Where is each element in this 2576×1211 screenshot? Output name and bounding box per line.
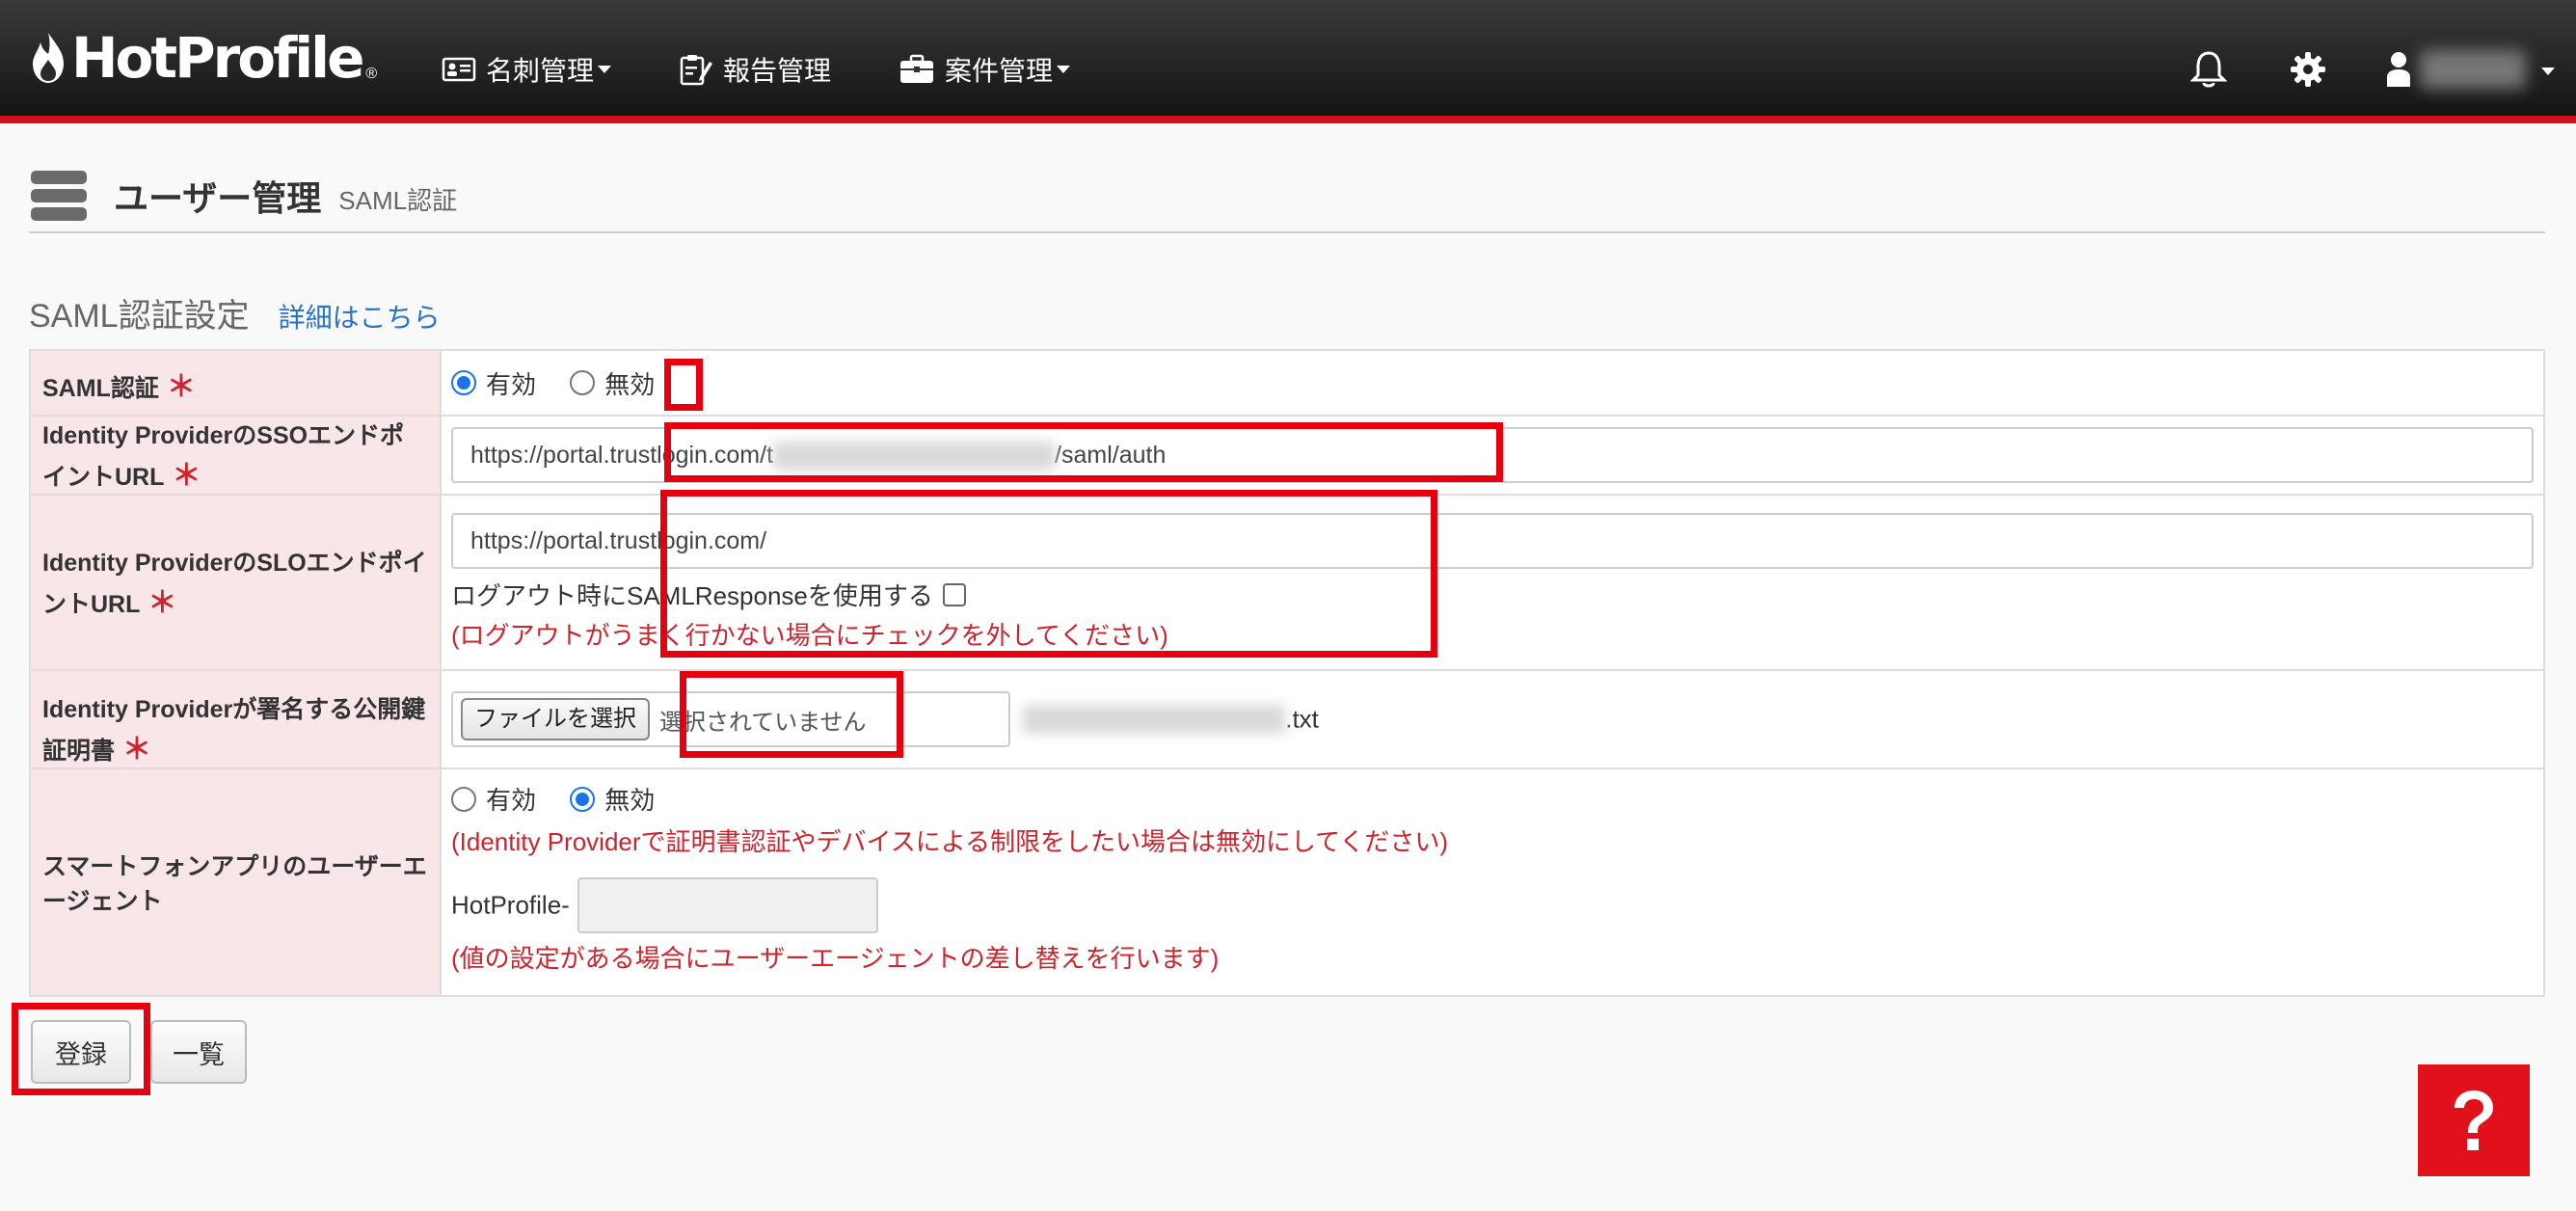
bell-icon[interactable] <box>2190 50 2227 89</box>
section-title: SAML認証設定 <box>29 298 250 335</box>
gear-icon[interactable] <box>2289 50 2327 89</box>
top-navbar: HotProfile ® 名刺管理 報告管理 案件管理 <box>0 0 2576 123</box>
report-icon <box>680 55 712 86</box>
sso-url-label: Identity ProviderのSSOエンドポイントURL <box>42 422 405 491</box>
row-sso-url: Identity ProviderのSSOエンドポイントURL ＊ https:/… <box>29 415 2545 496</box>
ua-disabled-label[interactable]: 無効 <box>604 786 655 815</box>
ua-radio-row: 有効 無効 <box>451 781 2534 817</box>
row-slo-url: Identity ProviderのSLOエンドポイントURL ＊ https:/… <box>29 494 2545 671</box>
register-button[interactable]: 登録 <box>31 1020 131 1084</box>
ua-value-input[interactable] <box>577 877 878 933</box>
row-user-agent: スマートフォンアプリのユーザーエージェント 有効 無効 (Identity Pr… <box>29 767 2545 997</box>
business-card-icon <box>442 57 476 82</box>
chevron-down-icon <box>598 66 612 73</box>
briefcase-icon <box>900 54 933 83</box>
slo-url-input[interactable]: https://portal.trustlogin.com/ <box>451 513 2534 569</box>
logo-text: HotProfile <box>71 25 364 91</box>
slo-label-cell: Identity ProviderのSLOエンドポイントURL ＊ <box>29 494 442 671</box>
ua-value-cell: 有効 無効 (Identity Providerで証明書認証やデバイスによる制限… <box>440 767 2545 997</box>
required-mark: ＊ <box>148 587 177 619</box>
saml-disabled-radio[interactable] <box>570 370 596 395</box>
saml-enabled-label[interactable]: 有効 <box>486 370 536 399</box>
choose-file-button[interactable]: ファイルを選択 <box>461 698 650 740</box>
required-mark: ＊ <box>122 734 152 766</box>
saml-enabled-radio[interactable] <box>451 370 476 395</box>
file-input[interactable]: ファイルを選択 選択されていません <box>451 691 1010 747</box>
user-icon[interactable] <box>2385 50 2412 89</box>
sso-label-cell: Identity ProviderのSSOエンドポイントURL ＊ <box>29 415 442 496</box>
ua-prefix: HotProfile- <box>451 890 570 920</box>
required-mark: ＊ <box>172 460 201 492</box>
user-name-redacted <box>2420 50 2526 89</box>
nav-houkoku-label: 報告管理 <box>723 56 832 86</box>
required-mark: ＊ <box>166 371 196 403</box>
nav-anken[interactable]: 案件管理 <box>899 42 1071 96</box>
sso-url-prefix: https://portal.trustlogin.com/t <box>470 442 774 469</box>
row-certificate: Identity Providerが署名する公開鍵証明書＊ ファイルを選択 選択… <box>29 669 2545 769</box>
samlresponse-checkbox[interactable] <box>942 582 966 606</box>
ua-label-cell: スマートフォンアプリのユーザーエージェント <box>29 767 442 997</box>
file-name-redacted <box>1023 705 1286 734</box>
slo-value-cell: https://portal.trustlogin.com/ ログアウト時にSA… <box>440 494 2545 671</box>
detail-link[interactable]: 詳細はこちら <box>279 297 441 336</box>
question-mark-icon <box>2455 1090 2493 1150</box>
hotprofile-logo[interactable]: HotProfile ® <box>29 25 378 91</box>
nav-meishi-label: 名刺管理 <box>486 56 595 86</box>
ua-enabled-radio[interactable] <box>451 786 476 812</box>
ua-input-row: HotProfile- <box>451 877 2534 933</box>
saml-value-cell: 有効 無効 <box>440 349 2545 417</box>
sso-url-suffix: /saml/auth <box>1055 442 1167 469</box>
logo-registered-mark: ® <box>365 66 378 82</box>
ua-note-2: (値の設定がある場合にユーザーエージェントの差し替えを行います) <box>451 944 1220 973</box>
database-stack-icon <box>31 171 87 221</box>
sso-url-input[interactable]: https://portal.trustlogin.com/t/saml/aut… <box>451 427 2534 483</box>
file-status: 選択されていません <box>659 709 867 736</box>
row-saml: SAML認証 ＊ 有効 無効 <box>29 349 2545 417</box>
chevron-down-icon[interactable] <box>2541 67 2555 75</box>
saml-settings-table: SAML認証 ＊ 有効 無効 Identity ProviderのSSOエンドポイ… <box>29 349 2545 997</box>
cert-label-cell: Identity Providerが署名する公開鍵証明書＊ <box>29 669 442 769</box>
page-subtitle: SAML認証 <box>338 185 458 215</box>
page-title: ユーザー管理 <box>114 178 322 218</box>
ua-note-1: (Identity Providerで証明書認証やデバイスによる制限をしたい場合… <box>451 827 1449 856</box>
slo-note: (ログアウトがうまく行かない場合にチェックを外してください) <box>451 621 1168 650</box>
nav-anken-label: 案件管理 <box>945 56 1054 86</box>
user-agent-label: スマートフォンアプリのユーザーエージェント <box>42 853 427 915</box>
ua-enabled-label[interactable]: 有効 <box>486 786 536 815</box>
cert-value-cell: ファイルを選択 選択されていません .txt <box>440 669 2545 769</box>
nav-meishi[interactable]: 名刺管理 <box>442 42 612 96</box>
list-button[interactable]: 一覧 <box>150 1020 247 1084</box>
section-header: SAML認証設定 詳細はこちら <box>29 289 441 336</box>
file-name-suffix: .txt <box>1285 704 1319 734</box>
flame-icon <box>33 33 64 83</box>
saml-label-cell: SAML認証 ＊ <box>29 349 442 417</box>
saml-disabled-label[interactable]: 無効 <box>604 370 655 399</box>
slo-url-label: Identity ProviderのSLOエンドポイントURL <box>42 550 427 618</box>
certificate-label: Identity Providerが署名する公開鍵証明書 <box>42 696 426 765</box>
slo-checkbox-label[interactable]: ログアウト時にSAMLResponseを使用する <box>451 581 933 610</box>
help-button[interactable] <box>2418 1064 2530 1176</box>
nav-houkoku[interactable]: 報告管理 <box>679 42 831 96</box>
slo-checkbox-row: ログアウト時にSAMLResponseを使用する <box>451 577 2534 612</box>
sso-url-redacted <box>773 442 1056 471</box>
sso-value-cell: https://portal.trustlogin.com/t/saml/aut… <box>440 415 2545 496</box>
chevron-down-icon <box>1057 66 1071 73</box>
saml-label: SAML認証 <box>42 375 159 402</box>
ua-disabled-radio[interactable] <box>570 786 596 812</box>
page-header: ユーザー管理 SAML認証 <box>29 160 2545 233</box>
